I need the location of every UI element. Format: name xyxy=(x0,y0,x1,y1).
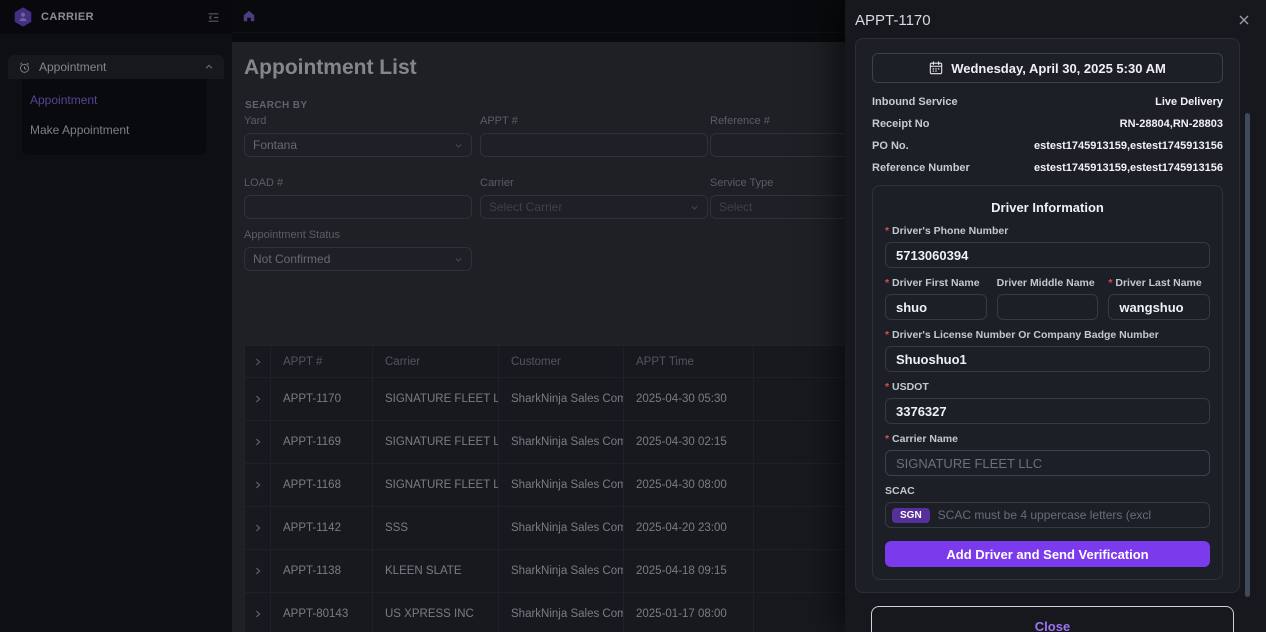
detail-value: Live Delivery xyxy=(1155,96,1223,108)
close-drawer-button[interactable]: Close xyxy=(871,606,1234,632)
close-icon[interactable] xyxy=(1238,14,1250,26)
driver-first-name-label: Driver First Name xyxy=(885,277,987,289)
detail-label: Receipt No xyxy=(872,118,929,130)
driver-information-title: Driver Information xyxy=(885,200,1210,215)
appointment-drawer: APPT-1170 Wednesday, April 30, 2025 5:30… xyxy=(845,0,1266,632)
detail-value: estest1745913159,estest1745913156 xyxy=(1034,140,1223,152)
app-window: CARRIER Appointment Appointment Make App… xyxy=(0,0,1266,632)
drawer-scrollbar[interactable] xyxy=(1245,113,1250,597)
appointment-datetime-text: Wednesday, April 30, 2025 5:30 AM xyxy=(951,61,1166,76)
detail-label: PO No. xyxy=(872,140,909,152)
field-driver-phone: Driver's Phone Number xyxy=(885,225,1210,268)
drawer-mask[interactable] xyxy=(0,0,845,632)
carrier-name-input[interactable] xyxy=(885,450,1210,476)
carrier-name-label: Carrier Name xyxy=(885,433,1210,445)
scac-tag[interactable]: SGN xyxy=(892,508,930,523)
detail-row-reference-number: Reference Number estest1745913159,estest… xyxy=(872,157,1223,179)
detail-label: Inbound Service xyxy=(872,96,958,108)
detail-row-receipt-no: Receipt No RN-28804,RN-28803 xyxy=(872,113,1223,135)
driver-last-name-input[interactable] xyxy=(1108,294,1210,320)
add-driver-button[interactable]: Add Driver and Send Verification xyxy=(885,541,1210,567)
detail-row-inbound-service: Inbound Service Live Delivery xyxy=(872,91,1223,113)
field-driver-names: Driver First Name Driver Middle Name Dri… xyxy=(885,277,1210,320)
scac-label: SCAC xyxy=(885,485,1210,497)
driver-first-name-input[interactable] xyxy=(885,294,987,320)
calendar-icon xyxy=(929,61,943,75)
driver-phone-input[interactable] xyxy=(885,242,1210,268)
driver-phone-label: Driver's Phone Number xyxy=(885,225,1210,237)
drawer-title: APPT-1170 xyxy=(855,12,1238,29)
usdot-input[interactable] xyxy=(885,398,1210,424)
driver-middle-name-label: Driver Middle Name xyxy=(997,277,1099,289)
field-usdot: USDOT xyxy=(885,381,1210,424)
scac-input[interactable]: SGN SCAC must be 4 uppercase letters (ex… xyxy=(885,502,1210,528)
field-driver-middle-name: Driver Middle Name xyxy=(997,277,1099,320)
appointment-details: Inbound Service Live Delivery Receipt No… xyxy=(872,91,1223,179)
detail-row-po-no: PO No. estest1745913159,estest1745913156 xyxy=(872,135,1223,157)
detail-value: estest1745913159,estest1745913156 xyxy=(1034,162,1223,174)
driver-license-label: Driver's License Number Or Company Badge… xyxy=(885,329,1210,341)
field-driver-first-name: Driver First Name xyxy=(885,277,987,320)
driver-middle-name-input[interactable] xyxy=(997,294,1099,320)
detail-label: Reference Number xyxy=(872,162,970,174)
appointment-datetime[interactable]: Wednesday, April 30, 2025 5:30 AM xyxy=(872,53,1223,83)
field-driver-license: Driver's License Number Or Company Badge… xyxy=(885,329,1210,372)
driver-license-input[interactable] xyxy=(885,346,1210,372)
field-carrier-name: Carrier Name xyxy=(885,433,1210,476)
driver-information-section: Driver Information Driver's Phone Number… xyxy=(872,185,1223,580)
drawer-header: APPT-1170 xyxy=(845,0,1266,34)
scac-placeholder: SCAC must be 4 uppercase letters (excl xyxy=(938,508,1151,522)
driver-last-name-label: Driver Last Name xyxy=(1108,277,1210,289)
detail-value: RN-28804,RN-28803 xyxy=(1120,118,1223,130)
usdot-label: USDOT xyxy=(885,381,1210,393)
field-scac: SCAC SGN SCAC must be 4 uppercase letter… xyxy=(885,485,1210,528)
appointment-card: Wednesday, April 30, 2025 5:30 AM Inboun… xyxy=(855,38,1240,593)
field-driver-last-name: Driver Last Name xyxy=(1108,277,1210,320)
